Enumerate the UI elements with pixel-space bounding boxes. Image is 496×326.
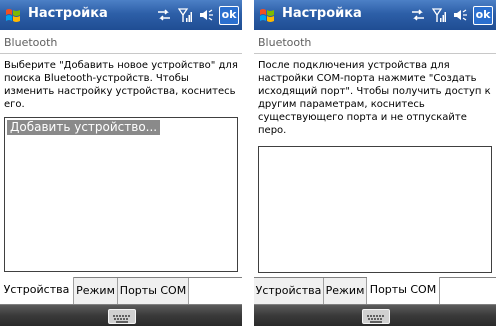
heading-divider — [0, 53, 242, 54]
page-heading: Bluetooth — [258, 36, 312, 49]
keyboard-icon[interactable] — [108, 309, 136, 324]
speaker-volume-icon[interactable] — [198, 7, 214, 23]
screen-com-ports: Настройка ok Bluetooth После подключения… — [254, 0, 496, 326]
window-title: Настройка — [282, 6, 362, 21]
screen-separator — [242, 0, 254, 326]
instruction-text: Выберите "Добавить новое устройство" для… — [4, 60, 238, 110]
signal-strength-icon[interactable] — [178, 7, 192, 23]
page-heading: Bluetooth — [4, 36, 58, 49]
keyboard-icon[interactable] — [362, 309, 390, 324]
connectivity-arrows-icon[interactable] — [410, 7, 426, 23]
ok-button[interactable]: ok — [473, 6, 493, 25]
windows-flag-icon[interactable] — [258, 6, 276, 24]
window-title: Настройка — [28, 6, 108, 21]
title-bar: Настройка ok — [0, 0, 242, 30]
title-bar: Настройка ok — [254, 0, 496, 30]
connectivity-arrows-icon[interactable] — [156, 7, 172, 23]
menu-bar — [0, 305, 242, 326]
heading-divider — [254, 53, 496, 54]
tab-com-ports[interactable]: Порты COM — [118, 278, 189, 304]
tab-devices[interactable]: Устройства — [0, 277, 74, 305]
menu-bar — [254, 305, 496, 326]
speaker-volume-icon[interactable] — [452, 7, 468, 23]
tab-devices[interactable]: Устройства — [254, 278, 324, 304]
add-device-item[interactable]: Добавить устройство... — [7, 120, 161, 135]
tab-mode[interactable]: Режим — [74, 278, 118, 304]
signal-strength-icon[interactable] — [432, 7, 446, 23]
device-list[interactable]: Добавить устройство... — [4, 117, 238, 272]
tab-mode[interactable]: Режим — [324, 278, 367, 304]
ok-button[interactable]: ok — [219, 6, 239, 25]
screen-devices: Настройка ok Bluetooth Выберите "Добавит… — [0, 0, 242, 326]
windows-flag-icon[interactable] — [4, 6, 22, 24]
com-port-list[interactable] — [258, 146, 492, 273]
instruction-text: После подключения устройства для настрой… — [258, 60, 491, 136]
tab-com-ports[interactable]: Порты COM — [367, 277, 440, 305]
